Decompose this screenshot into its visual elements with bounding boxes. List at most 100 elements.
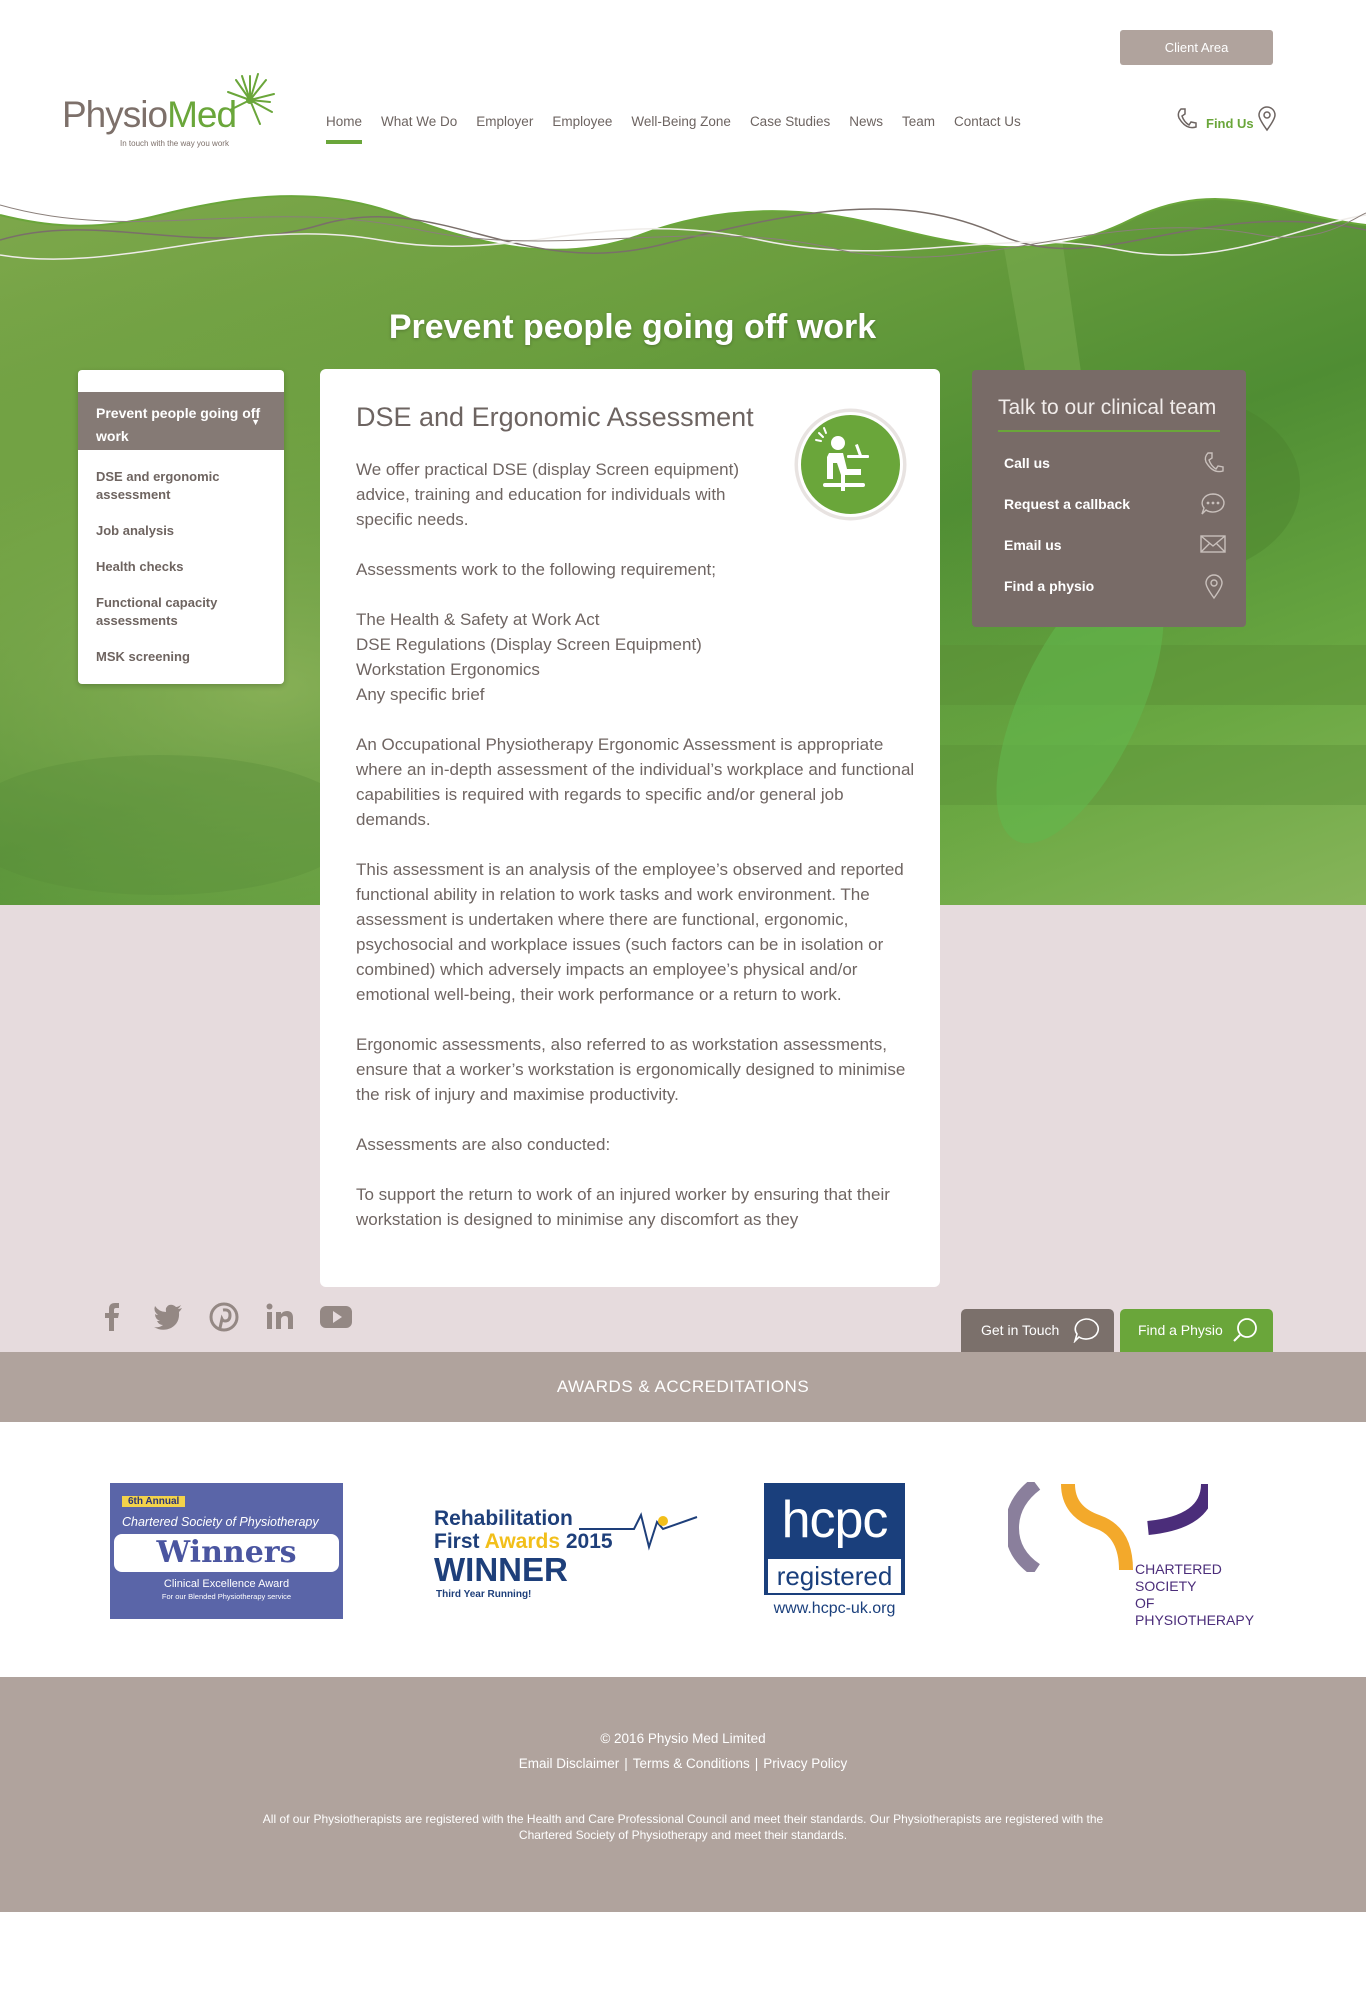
paragraph-workstation: Ergonomic assessments, also referred to … xyxy=(356,1035,906,1104)
call-us-link[interactable]: Call us xyxy=(1004,448,1226,478)
get-in-touch-label: Get in Touch xyxy=(981,1322,1060,1338)
site-header: Client Area PhysioMed In touch with the … xyxy=(0,0,1366,190)
link-separator: | xyxy=(754,1756,759,1771)
rehab-sub: Third Year Running! xyxy=(436,1589,532,1600)
requirement-item: Workstation Ergonomics xyxy=(356,660,540,679)
copyright-text: © 2016 Physio Med Limited xyxy=(600,1731,766,1746)
nav-contact-us[interactable]: Contact Us xyxy=(954,114,1021,144)
sidebar-item-job-analysis[interactable]: Job analysis xyxy=(96,522,256,540)
privacy-policy-link[interactable]: Privacy Policy xyxy=(763,1756,847,1771)
main-nav: Home What We Do Employer Employee Well-B… xyxy=(326,114,1040,144)
page-title: DSE and Ergonomic Assessment xyxy=(356,402,754,432)
nav-what-we-do[interactable]: What We Do xyxy=(381,114,457,144)
find-us-link[interactable]: Find Us xyxy=(1206,116,1254,131)
hero-title: Prevent people going off work xyxy=(388,308,877,346)
twitter-icon[interactable] xyxy=(150,1299,186,1335)
logo-tagline: In touch with the way you work xyxy=(120,139,229,148)
hcpc-box: hcpc registered xyxy=(764,1483,905,1595)
header-contact: Find Us xyxy=(1174,106,1276,132)
csp-logo-mark xyxy=(1004,1478,1215,1576)
chat-bubble-icon xyxy=(1201,493,1225,515)
terms-conditions-link[interactable]: Terms & Conditions xyxy=(633,1756,750,1771)
hcpc-registered-badge: hcpc registered www.hcpc-uk.org xyxy=(764,1483,909,1623)
csp-society-label: Chartered Society of Physiotherapy xyxy=(122,1515,319,1529)
csp-annual-label: 6th Annual xyxy=(122,1496,186,1507)
sidebar-item-msk-screening[interactable]: MSK screening xyxy=(96,648,256,666)
caret-down-icon: ▼ xyxy=(251,417,260,427)
rehab-winner: WINNER xyxy=(434,1551,568,1588)
talk-panel-title: Talk to our clinical team xyxy=(998,396,1217,419)
hcpc-registered-label: registered xyxy=(768,1559,901,1593)
csp-logo-text: CHARTERED SOCIETY OF PHYSIOTHERAPY xyxy=(1135,1561,1255,1628)
csp-winners-label: Winners xyxy=(114,1534,339,1572)
intro-paragraph: We offer practical DSE (display Screen e… xyxy=(356,460,739,529)
rehabilitation-first-award: Rehabilitation First Awards 2015 WINNER … xyxy=(434,1507,698,1607)
get-in-touch-button[interactable]: Get in Touch xyxy=(961,1309,1114,1352)
chartered-society-logo: CHARTERED SOCIETY OF PHYSIOTHERAPY xyxy=(1004,1478,1254,1628)
nav-team[interactable]: Team xyxy=(902,114,935,144)
nav-well-being-zone[interactable]: Well-Being Zone xyxy=(631,114,731,144)
pinterest-icon[interactable] xyxy=(206,1299,242,1335)
awards-section: 6th Annual Chartered Society of Physioth… xyxy=(0,1422,1366,1677)
site-footer: © 2016 Physio Med Limited Email Disclaim… xyxy=(0,1677,1366,1912)
section-sidebar: Prevent people going off work ▼ DSE and … xyxy=(78,370,284,684)
find-a-physio-label: Find a Physio xyxy=(1138,1322,1223,1338)
nav-home[interactable]: Home xyxy=(326,114,363,144)
requirement-item: The Health & Safety at Work Act xyxy=(356,610,600,629)
talk-to-clinical-team-panel: Talk to our clinical team Call us Reques… xyxy=(972,370,1246,627)
nav-news[interactable]: News xyxy=(849,114,883,144)
speech-bubble-icon xyxy=(1073,1318,1099,1343)
paragraph-ergonomic-assessment: An Occupational Physiotherapy Ergonomic … xyxy=(356,735,915,829)
paragraph-assessment-analysis: This assessment is an analysis of the em… xyxy=(356,860,904,1004)
logo-wordmark: PhysioMed xyxy=(62,94,237,135)
content-card: DSE and Ergonomic Assessment We offer pr… xyxy=(320,369,940,1287)
nav-employer[interactable]: Employer xyxy=(476,114,533,144)
find-a-physio-button[interactable]: Find a Physio xyxy=(1120,1309,1273,1352)
physiomed-logo[interactable]: PhysioMed In touch with the way you work xyxy=(62,72,282,152)
nav-case-studies[interactable]: Case Studies xyxy=(750,114,830,144)
request-callback-label: Request a callback xyxy=(1004,496,1131,512)
hcpc-wordmark: hcpc xyxy=(781,1491,889,1549)
requirements-list: The Health & Safety at Work Act DSE Regu… xyxy=(356,607,916,707)
location-pin-icon xyxy=(1205,574,1223,600)
email-us-label: Email us xyxy=(1004,537,1062,553)
article-body: We offer practical DSE (display Screen e… xyxy=(356,457,916,1257)
phone-icon xyxy=(1204,452,1224,473)
envelope-icon xyxy=(1200,535,1226,553)
nav-employee[interactable]: Employee xyxy=(552,114,612,144)
sidebar-item-dse-ergonomic[interactable]: DSE and ergonomic assessment xyxy=(96,468,256,504)
search-icon xyxy=(1233,1318,1257,1342)
rehab-line1: Rehabilitation xyxy=(434,1507,573,1530)
awards-heading: AWARDS & ACCREDITATIONS xyxy=(0,1352,1366,1422)
sidebar-list: DSE and ergonomic assessment Job analysi… xyxy=(96,468,256,684)
request-callback-link[interactable]: Request a callback xyxy=(1004,489,1226,519)
requirement-item: DSE Regulations (Display Screen Equipmen… xyxy=(356,635,702,654)
talk-panel-divider xyxy=(998,430,1220,432)
find-a-physio-label: Find a physio xyxy=(1004,578,1095,594)
sidebar-item-health-checks[interactable]: Health checks xyxy=(96,558,256,576)
link-separator: | xyxy=(624,1756,628,1771)
email-us-link[interactable]: Email us xyxy=(1004,530,1226,560)
csp-award-sub: For our Blended Physiotherapy service xyxy=(161,1592,292,1601)
linkedin-icon[interactable] xyxy=(262,1299,298,1335)
paragraph-return-to-work: To support the return to work of an inju… xyxy=(356,1185,890,1229)
registration-disclaimer: All of our Physiotherapists are register… xyxy=(262,1812,1104,1842)
requirement-intro: Assessments work to the following requir… xyxy=(356,560,716,579)
facebook-icon[interactable] xyxy=(94,1299,130,1335)
csp-winners-badge: 6th Annual Chartered Society of Physioth… xyxy=(110,1483,343,1619)
heartbeat-line-icon xyxy=(579,1512,698,1551)
youtube-icon[interactable] xyxy=(318,1299,354,1335)
sidebar-heading-label: Prevent people going off work xyxy=(96,405,261,444)
location-pin-icon[interactable] xyxy=(1257,106,1276,132)
requirement-item: Any specific brief xyxy=(356,685,485,704)
sidebar-heading-dropdown[interactable]: Prevent people going off work ▼ xyxy=(78,392,284,450)
csp-award-label: Clinical Excellence Award xyxy=(163,1578,290,1590)
call-us-label: Call us xyxy=(1004,455,1050,471)
phone-icon[interactable] xyxy=(1174,106,1198,132)
social-links xyxy=(94,1299,374,1335)
email-disclaimer-link[interactable]: Email Disclaimer xyxy=(519,1756,620,1771)
footer-links: Email Disclaimer | Terms & Conditions | Priv… xyxy=(0,1756,1366,1771)
client-area-button[interactable]: Client Area xyxy=(1120,30,1273,65)
sidebar-item-functional-capacity[interactable]: Functional capacity assessments xyxy=(96,594,256,630)
find-a-physio-link[interactable]: Find a physio xyxy=(1004,571,1226,601)
